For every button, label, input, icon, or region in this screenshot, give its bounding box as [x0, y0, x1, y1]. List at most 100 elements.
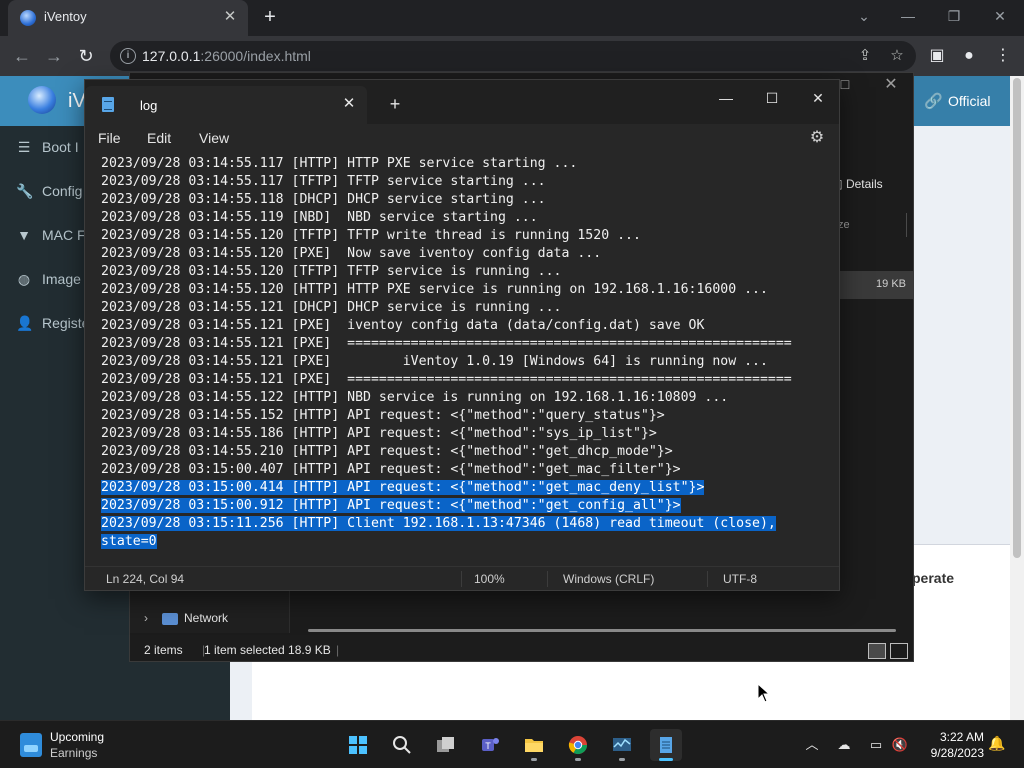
- show-hidden-icons-chevron-up-icon[interactable]: ︿: [802, 735, 822, 755]
- notepad-app[interactable]: [650, 729, 682, 761]
- browser-menu-icon[interactable]: ⋮: [990, 43, 1016, 69]
- column-divider[interactable]: [906, 213, 907, 237]
- close-tab-icon[interactable]: ✕: [220, 7, 240, 27]
- notepad-tab[interactable]: log ✕: [85, 86, 367, 124]
- filter-icon: ▼: [17, 227, 31, 243]
- notification-bell-icon[interactable]: 🔔: [988, 735, 1005, 753]
- notepad-icon: [102, 97, 114, 112]
- horizontal-scrollbar[interactable]: [308, 629, 896, 632]
- onedrive-cloud-icon[interactable]: ☁: [834, 735, 854, 755]
- selected-log-line: state=0: [101, 534, 157, 549]
- teams-icon: T: [482, 738, 499, 751]
- tiles-view-icon[interactable]: [890, 643, 908, 659]
- details-button[interactable]: ▯ Details: [836, 177, 883, 191]
- tab-search-icon[interactable]: ⌄: [846, 4, 882, 28]
- nav-item-label: Network: [184, 611, 229, 625]
- file-explorer-app[interactable]: [518, 729, 550, 761]
- running-indicator: [575, 758, 581, 761]
- nav-item-network[interactable]: › Network: [144, 611, 228, 625]
- monitor-app[interactable]: [606, 729, 638, 761]
- encoding[interactable]: UTF-8: [723, 572, 757, 586]
- page-scrollbar[interactable]: [1010, 76, 1024, 720]
- notepad-close-button[interactable]: ✕: [795, 84, 841, 112]
- chevron-right-icon[interactable]: ›: [144, 611, 160, 625]
- log-line: 2023/09/28 03:14:55.121 [DHCP] DHCP serv…: [101, 300, 562, 315]
- settings-gear-icon[interactable]: ⚙: [807, 128, 827, 148]
- address-bar[interactable]: i 127.0.0.1:26000/index.html ⇪ ☆: [110, 41, 916, 71]
- log-line: 2023/09/28 03:14:55.152 [HTTP] API reque…: [101, 408, 665, 423]
- share-icon[interactable]: ⇪: [854, 45, 876, 67]
- widgets-icon[interactable]: [20, 733, 42, 757]
- notepad-minimize-button[interactable]: —: [703, 84, 749, 112]
- site-info-icon[interactable]: i: [120, 48, 136, 64]
- widget-subtitle[interactable]: Earnings: [50, 746, 97, 760]
- explorer-status-bar: 2 items | 1 item selected 18.9 KB |: [130, 639, 915, 663]
- log-text[interactable]: 2023/09/28 03:14:55.117 [HTTP] HTTP PXE …: [101, 155, 792, 551]
- resource-monitor-icon: [613, 738, 631, 751]
- back-arrow-icon[interactable]: ←: [9, 43, 35, 69]
- clock-time[interactable]: 3:22 AM: [924, 730, 984, 744]
- reload-icon[interactable]: ↻: [73, 43, 99, 69]
- widget-title[interactable]: Upcoming: [50, 730, 104, 744]
- text-editor[interactable]: 2023/09/28 03:14:55.117 [HTTP] HTTP PXE …: [85, 152, 839, 566]
- task-view-icon: [437, 737, 454, 752]
- chrome-app[interactable]: [562, 729, 594, 761]
- notepad-window: log ✕ + — ☐ ✕ File Edit View ⚙ 2023/09/2…: [84, 79, 840, 591]
- menu-file[interactable]: File: [98, 130, 121, 146]
- log-line: 2023/09/28 03:14:55.119 [NBD] NBD servic…: [101, 210, 538, 225]
- browser-restore-button[interactable]: ❐: [936, 4, 972, 28]
- sidebar-item-label: Image: [42, 271, 81, 287]
- chrome-icon: [568, 736, 587, 755]
- notepad-titlebar[interactable]: log ✕ + — ☐ ✕: [85, 80, 839, 124]
- speaker-muted-icon[interactable]: 🔇: [890, 735, 910, 755]
- page-scrollbar-thumb[interactable]: [1013, 78, 1021, 558]
- forward-arrow-icon[interactable]: →: [41, 43, 67, 69]
- sidebar-item-label: Boot I: [42, 139, 79, 155]
- menu-edit[interactable]: Edit: [147, 130, 171, 146]
- log-line: 2023/09/28 03:15:00.407 [HTTP] API reque…: [101, 462, 681, 477]
- new-tab-button[interactable]: +: [258, 5, 282, 29]
- selected-log-line: 2023/09/28 03:15:11.256 [HTTP] Client 19…: [101, 516, 776, 531]
- profile-icon[interactable]: ●: [956, 43, 982, 69]
- close-tab-icon[interactable]: ✕: [339, 94, 359, 114]
- selected-file-row[interactable]: 19 KB: [830, 271, 914, 299]
- notepad-new-tab-button[interactable]: +: [385, 94, 405, 114]
- log-line: 2023/09/28 03:14:55.122 [HTTP] NBD servi…: [101, 390, 729, 405]
- list-icon: ☰: [17, 139, 31, 155]
- zoom-level[interactable]: 100%: [474, 572, 505, 586]
- notepad-maximize-button[interactable]: ☐: [749, 84, 795, 112]
- log-line: 2023/09/28 03:14:55.117 [TFTP] TFTP serv…: [101, 174, 546, 189]
- official-link[interactable]: 🔗 Official: [914, 76, 1010, 126]
- log-line: 2023/09/28 03:14:55.120 [TFTP] TFTP serv…: [101, 264, 562, 279]
- explorer-close-icon[interactable]: ✕: [881, 75, 901, 95]
- browser-minimize-button[interactable]: —: [890, 4, 926, 28]
- cursor-position: Ln 224, Col 94: [106, 572, 185, 586]
- address-url[interactable]: 127.0.0.1:26000/index.html: [142, 48, 311, 64]
- start-button[interactable]: [342, 729, 374, 761]
- network-icon: [162, 612, 178, 625]
- browser-close-button[interactable]: ✕: [982, 4, 1018, 28]
- clock-date[interactable]: 9/28/2023: [914, 746, 984, 760]
- bookmark-star-icon[interactable]: ☆: [886, 45, 908, 67]
- teams-app[interactable]: T: [474, 729, 506, 761]
- browser-tab-strip: iVentoy ✕ + ⌄ — ❐ ✕: [0, 0, 1024, 36]
- search-button[interactable]: [386, 729, 418, 761]
- log-line: 2023/09/28 03:14:55.121 [PXE] iVentoy 1.…: [101, 354, 768, 369]
- browser-tab[interactable]: iVentoy ✕: [8, 0, 248, 36]
- details-view-icon[interactable]: [868, 643, 886, 659]
- log-line: 2023/09/28 03:14:55.186 [HTTP] API reque…: [101, 426, 657, 441]
- svg-text:T: T: [485, 741, 491, 751]
- sidebar-item-label: MAC F: [42, 227, 86, 243]
- active-indicator: [659, 758, 673, 761]
- file-size: 19 KB: [876, 278, 906, 290]
- line-ending[interactable]: Windows (CRLF): [563, 572, 654, 586]
- status-divider: |: [336, 643, 340, 657]
- details-label: Details: [845, 177, 883, 191]
- sidebar-item-label: Config: [42, 183, 83, 199]
- log-line: 2023/09/28 03:14:55.120 [HTTP] HTTP PXE …: [101, 282, 768, 297]
- task-view-button[interactable]: [430, 729, 462, 761]
- status-divider: [547, 571, 548, 587]
- side-panel-icon[interactable]: ▣: [924, 43, 950, 69]
- network-monitor-icon[interactable]: ▭: [866, 735, 886, 755]
- menu-view[interactable]: View: [199, 130, 229, 146]
